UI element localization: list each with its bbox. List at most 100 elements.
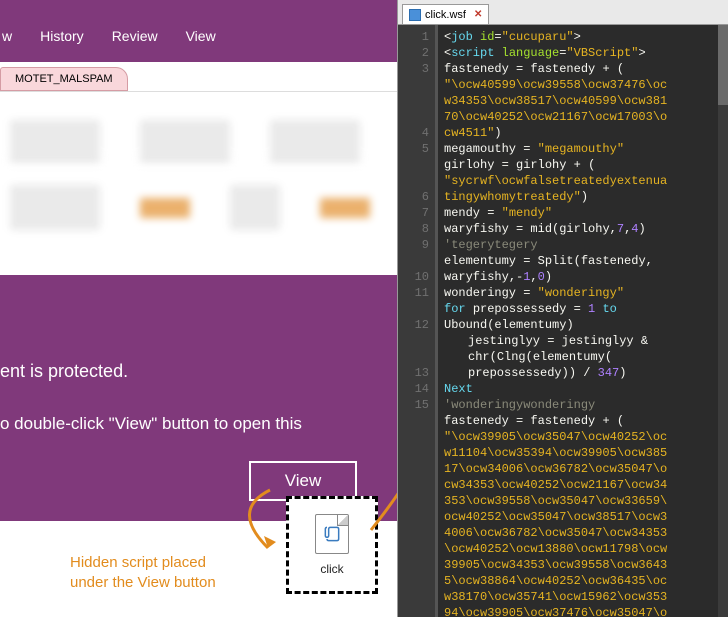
line-number: 9: [400, 237, 429, 253]
protected-text-1: ent is protected.: [0, 361, 397, 382]
line-number: [400, 541, 429, 557]
script-file-icon[interactable]: [315, 514, 349, 554]
line-number: 15: [400, 397, 429, 413]
line-number-gutter: 123456789101112131415: [398, 25, 438, 617]
line-number: 11: [400, 285, 429, 301]
editor-tabbar: click.wsf ✕: [398, 0, 728, 25]
code-body[interactable]: <job id="cucuparu"><script language="VBS…: [438, 25, 728, 617]
line-number: 14: [400, 381, 429, 397]
code-line[interactable]: 4006\ocw36782\ocw35047\ocw34353: [444, 525, 722, 541]
code-line[interactable]: chr(Clng(elementumy(: [444, 349, 722, 365]
line-number: [400, 605, 429, 617]
code-line[interactable]: 'tegerytegery: [444, 237, 722, 253]
code-line[interactable]: w38170\ocw35741\ocw15962\ocw353: [444, 589, 722, 605]
line-number: [400, 157, 429, 173]
code-line[interactable]: 353\ocw39558\ocw35047\ocw33659\: [444, 493, 722, 509]
code-line[interactable]: cw34353\ocw40252\ocw21167\ocw34: [444, 477, 722, 493]
code-line[interactable]: 'wonderingywonderingy: [444, 397, 722, 413]
code-line[interactable]: ocw40252\ocw35047\ocw38517\ocw3: [444, 509, 722, 525]
code-line[interactable]: cw4511"): [444, 125, 722, 141]
code-line[interactable]: <script language="VBScript">: [444, 45, 722, 61]
hidden-script-filename: click: [320, 562, 343, 576]
section-tab-malspam[interactable]: MOTET_MALSPAM: [0, 67, 128, 91]
code-line[interactable]: tingywhomytreatedy"): [444, 189, 722, 205]
code-line[interactable]: megamouthy = "megamouthy": [444, 141, 722, 157]
code-line[interactable]: \ocw40252\ocw13880\ocw11798\ocw: [444, 541, 722, 557]
blurred-content-1: [0, 100, 397, 155]
wsf-file-icon: [409, 9, 421, 21]
code-line[interactable]: jestinglyy = jestinglyy &: [444, 333, 722, 349]
code-line[interactable]: "\ocw40599\ocw39558\ocw37476\oc: [444, 77, 722, 93]
line-number: 8: [400, 221, 429, 237]
line-number: 10: [400, 269, 429, 285]
code-line[interactable]: mendy = "mendy": [444, 205, 722, 221]
line-number: [400, 589, 429, 605]
code-line[interactable]: waryfishy,-1,0): [444, 269, 722, 285]
code-line[interactable]: for prepossessedy = 1 to: [444, 301, 722, 317]
hidden-script-highlight: click: [286, 496, 378, 594]
line-number: 2: [400, 45, 429, 61]
line-number: [400, 445, 429, 461]
protected-banner: ent is protected. o double-click "View" …: [0, 275, 397, 521]
line-number: [400, 109, 429, 125]
section-tabs: MOTET_MALSPAM: [0, 62, 397, 92]
code-line[interactable]: 94\ocw39905\ocw37476\ocw35047\o: [444, 605, 722, 617]
code-line[interactable]: 39905\ocw34353\ocw39558\ocw3643: [444, 557, 722, 573]
code-line[interactable]: fastenedy = fastenedy + (: [444, 413, 722, 429]
onenote-window: w History Review View MOTET_MALSPAM ent …: [0, 0, 397, 617]
annotation-line-1: Hidden script placed: [70, 553, 216, 573]
code-line[interactable]: 5\ocw38864\ocw40252\ocw36435\oc: [444, 573, 722, 589]
line-number: 3: [400, 61, 429, 77]
code-line[interactable]: Ubound(elementumy): [444, 317, 722, 333]
line-number: 13: [400, 365, 429, 381]
line-number: [400, 509, 429, 525]
ribbon-tab-view[interactable]: View: [184, 22, 218, 50]
ribbon: w History Review View: [0, 0, 397, 62]
line-number: 12: [400, 317, 429, 333]
line-number: [400, 333, 429, 349]
line-number: [400, 477, 429, 493]
ribbon-tab-review[interactable]: Review: [110, 22, 160, 50]
code-line[interactable]: elementumy = Split(fastenedy,: [444, 253, 722, 269]
ribbon-tab-partial[interactable]: w: [0, 22, 14, 50]
code-line[interactable]: waryfishy = mid(girlohy,7,4): [444, 221, 722, 237]
line-number: [400, 253, 429, 269]
line-number: 7: [400, 205, 429, 221]
line-number: [400, 557, 429, 573]
view-button[interactable]: View: [249, 461, 357, 501]
protected-text-2: o double-click "View" button to open thi…: [0, 412, 397, 436]
ribbon-tab-history[interactable]: History: [38, 22, 86, 50]
section-tab-label: MOTET_MALSPAM: [15, 73, 113, 85]
line-number: [400, 429, 429, 445]
code-line[interactable]: 17\ocw34006\ocw36782\ocw35047\o: [444, 461, 722, 477]
vertical-scrollbar[interactable]: [718, 25, 728, 617]
line-number: 5: [400, 141, 429, 157]
code-line[interactable]: 70\ocw40252\ocw21167\ocw17003\o: [444, 109, 722, 125]
code-area[interactable]: 123456789101112131415 <job id="cucuparu"…: [398, 25, 728, 617]
line-number: [400, 525, 429, 541]
editor-tab-clickwsf[interactable]: click.wsf ✕: [402, 4, 489, 24]
code-line[interactable]: prepossessedy)) / 347): [444, 365, 722, 381]
close-icon[interactable]: ✕: [474, 9, 482, 20]
code-line[interactable]: fastenedy = fastenedy + (: [444, 61, 722, 77]
code-line[interactable]: <job id="cucuparu">: [444, 29, 722, 45]
code-line[interactable]: "sycrwf\ocwfalsetreatedyextenua: [444, 173, 722, 189]
editor-tab-label: click.wsf: [425, 9, 466, 21]
code-line[interactable]: Next: [444, 381, 722, 397]
blurred-content-2: [0, 165, 397, 265]
code-line[interactable]: "\ocw39905\ocw35047\ocw40252\oc: [444, 429, 722, 445]
code-line[interactable]: w34353\ocw38517\ocw40599\ocw381: [444, 93, 722, 109]
line-number: [400, 93, 429, 109]
scroll-icon: [322, 524, 342, 544]
line-number: 6: [400, 189, 429, 205]
code-line[interactable]: wonderingy = "wonderingy": [444, 285, 722, 301]
line-number: 1: [400, 29, 429, 45]
line-number: [400, 413, 429, 429]
annotation-line-2: under the View button: [70, 573, 216, 593]
code-line[interactable]: girlohy = girlohy + (: [444, 157, 722, 173]
view-button-label: View: [285, 471, 322, 491]
scrollbar-thumb[interactable]: [718, 25, 728, 105]
code-line[interactable]: w11104\ocw35394\ocw39905\ocw385: [444, 445, 722, 461]
line-number: [400, 77, 429, 93]
code-editor: click.wsf ✕ 123456789101112131415 <job i…: [397, 0, 728, 617]
